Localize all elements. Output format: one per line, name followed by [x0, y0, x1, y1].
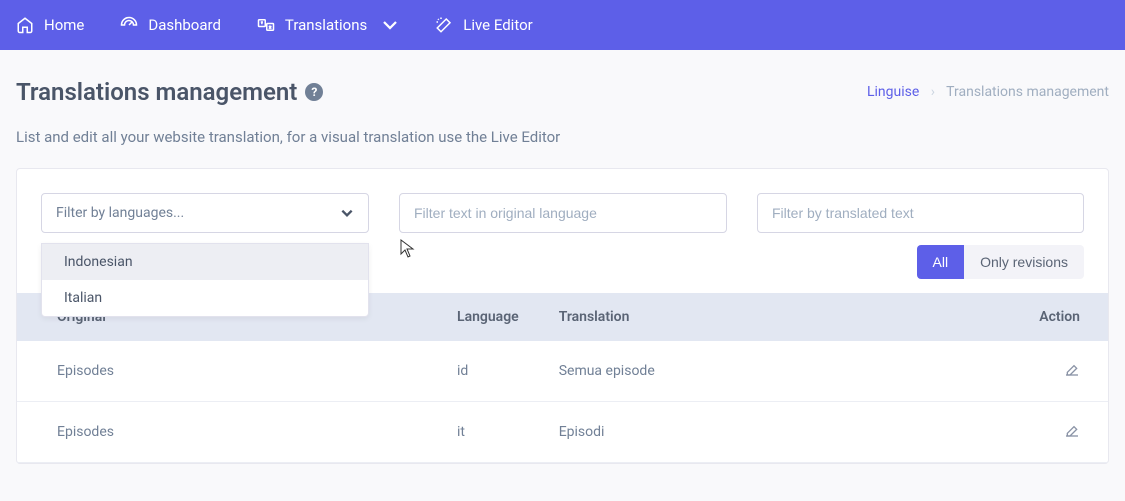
cell-original: Episodes [17, 341, 437, 402]
language-filter[interactable]: Filter by languages... [41, 193, 369, 233]
language-filter-placeholder: Filter by languages... [56, 205, 184, 221]
dashboard-icon [120, 16, 138, 34]
toggle-revisions[interactable]: Only revisions [964, 245, 1084, 279]
help-icon[interactable]: ? [305, 83, 323, 101]
chevron-down-icon [381, 16, 399, 34]
th-language: Language [437, 293, 539, 341]
th-translation: Translation [539, 293, 1018, 341]
cell-translation: Episodi [539, 402, 1018, 463]
breadcrumb-separator: › [931, 84, 935, 100]
cell-original: Episodes [17, 402, 437, 463]
language-dropdown: Indonesian Italian [41, 243, 369, 317]
translated-text-filter[interactable] [757, 193, 1084, 233]
toggle-all[interactable]: All [917, 245, 965, 279]
page-description: List and edit all your website translati… [0, 106, 1125, 146]
cell-translation: Semua episode [539, 341, 1018, 402]
home-icon [16, 16, 34, 34]
cell-action [1018, 341, 1108, 402]
chevron-down-icon [340, 206, 354, 220]
cell-language: it [437, 402, 539, 463]
dropdown-option-italian[interactable]: Italian [42, 280, 368, 316]
nav-translations-label: Translations [285, 16, 367, 34]
page-header: Translations management ? Linguise › Tra… [0, 50, 1125, 106]
edit-icon[interactable] [1064, 361, 1080, 377]
filter-card: Filter by languages... Indonesian Italia… [16, 168, 1109, 464]
top-nav: Home Dashboard Translations Live Editor [0, 0, 1125, 50]
wand-icon [435, 16, 453, 34]
nav-translations[interactable]: Translations [257, 16, 399, 34]
translations-table: Original Language Translation Action Epi… [17, 293, 1108, 463]
nav-live-editor[interactable]: Live Editor [435, 16, 532, 34]
revision-toggle: All Only revisions [917, 245, 1084, 279]
nav-dashboard-label: Dashboard [148, 16, 221, 34]
breadcrumb-root[interactable]: Linguise [867, 84, 919, 100]
translate-icon [257, 16, 275, 34]
breadcrumb-current: Translations management [946, 84, 1109, 100]
nav-home[interactable]: Home [16, 16, 84, 34]
nav-dashboard[interactable]: Dashboard [120, 16, 221, 34]
page-title: Translations management ? [16, 78, 323, 106]
table-row: Episodes it Episodi [17, 402, 1108, 463]
cursor-icon [400, 239, 416, 259]
filter-row: Filter by languages... Indonesian Italia… [17, 193, 1108, 233]
page-title-text: Translations management [16, 78, 297, 106]
original-text-filter[interactable] [399, 193, 727, 233]
cell-action [1018, 402, 1108, 463]
cell-language: id [437, 341, 539, 402]
language-filter-wrap: Filter by languages... Indonesian Italia… [41, 193, 369, 233]
dropdown-option-indonesian[interactable]: Indonesian [42, 244, 368, 280]
th-action: Action [1018, 293, 1108, 341]
table-row: Episodes id Semua episode [17, 341, 1108, 402]
nav-home-label: Home [44, 16, 84, 34]
nav-live-editor-label: Live Editor [463, 16, 532, 34]
breadcrumb: Linguise › Translations management [867, 84, 1109, 100]
edit-icon[interactable] [1064, 422, 1080, 438]
